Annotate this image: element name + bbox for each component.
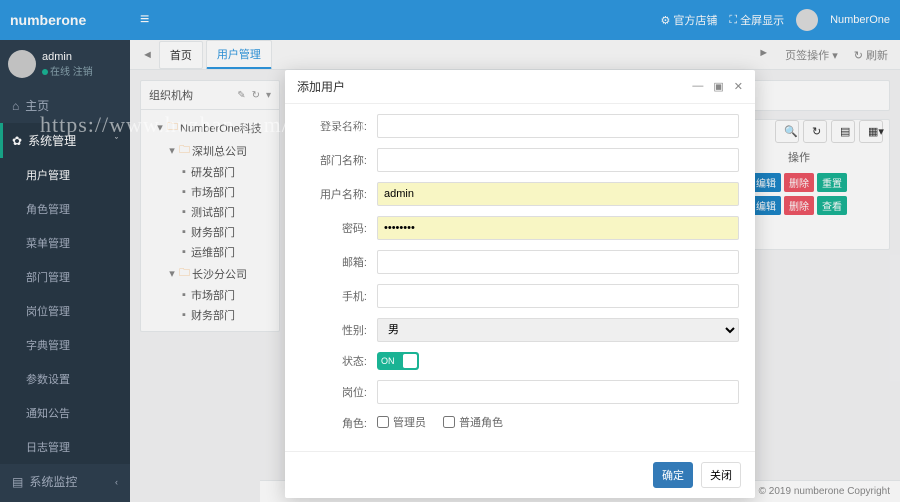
- label-phone: 手机:: [301, 288, 377, 304]
- post-input[interactable]: [377, 380, 739, 404]
- status-toggle[interactable]: ON: [377, 352, 419, 370]
- dept-name-input[interactable]: [377, 148, 739, 172]
- minimize-icon[interactable]: —: [692, 80, 703, 93]
- email-input[interactable]: [377, 250, 739, 274]
- add-user-modal: 添加用户 — ▣ ✕ 登录名称: 部门名称: 用户名称: 密码: 邮箱: 手机:…: [285, 70, 755, 498]
- ok-button[interactable]: 确定: [653, 462, 693, 488]
- close-icon[interactable]: ✕: [734, 80, 743, 93]
- maximize-icon[interactable]: ▣: [713, 80, 723, 93]
- sex-select[interactable]: 男: [377, 318, 739, 342]
- label-login-name: 登录名称:: [301, 118, 377, 134]
- modal-title: 添加用户: [297, 78, 345, 95]
- label-role: 角色:: [301, 415, 377, 431]
- label-email: 邮箱:: [301, 254, 377, 270]
- close-button[interactable]: 关闭: [701, 462, 741, 488]
- user-name-input[interactable]: [377, 182, 739, 206]
- label-status: 状态:: [301, 353, 377, 369]
- phone-input[interactable]: [377, 284, 739, 308]
- label-sex: 性别:: [301, 322, 377, 338]
- label-password: 密码:: [301, 220, 377, 236]
- role-normal-checkbox[interactable]: 普通角色: [443, 414, 503, 430]
- label-post: 岗位:: [301, 384, 377, 400]
- label-user-name: 用户名称:: [301, 186, 377, 202]
- role-admin-checkbox[interactable]: 管理员: [377, 414, 426, 430]
- login-name-input[interactable]: [377, 114, 739, 138]
- label-dept-name: 部门名称:: [301, 152, 377, 168]
- password-input[interactable]: [377, 216, 739, 240]
